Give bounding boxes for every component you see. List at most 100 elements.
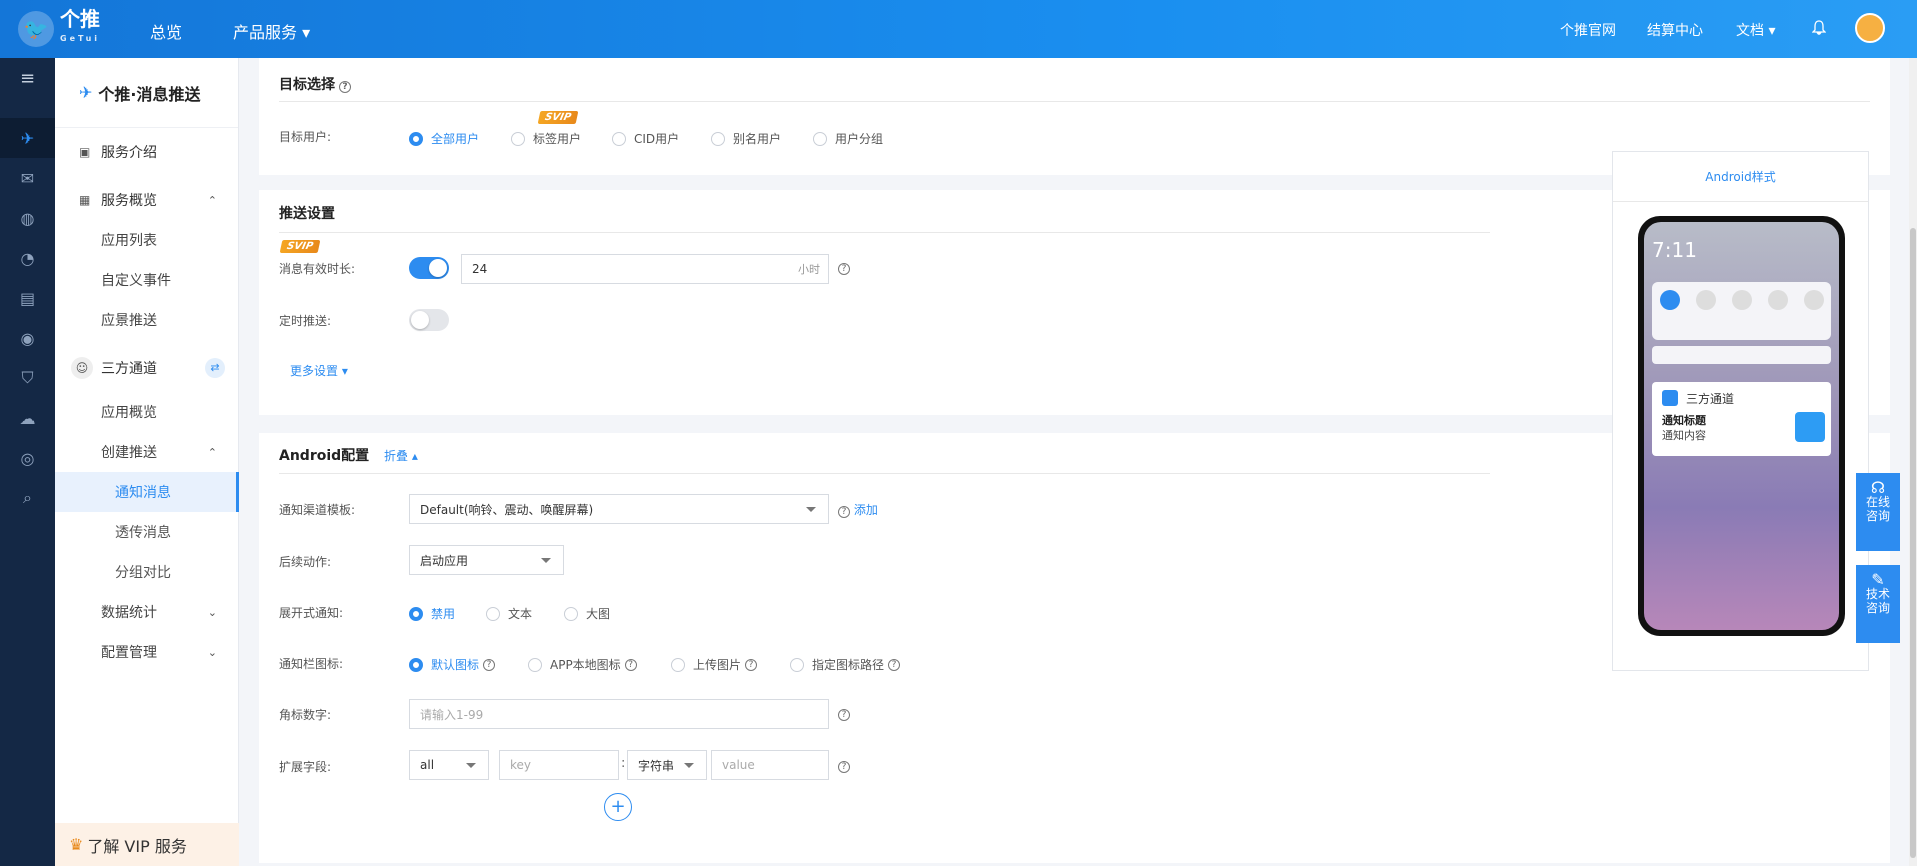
timed-push-toggle[interactable] (409, 309, 449, 331)
radio-expand-image[interactable]: 大图 (564, 605, 610, 622)
sidebar-item-app-list[interactable]: 应用列表 (55, 220, 239, 260)
nav-products[interactable]: 产品服务 ▾ (233, 19, 310, 43)
sidebar-item-config[interactable]: 配置管理 ⌄ (55, 632, 239, 672)
sidebar-item-intro[interactable]: ▣ 服务介绍 (55, 132, 239, 172)
help-icon[interactable]: ? (838, 709, 850, 721)
sidebar-item-label: 配置管理 (101, 645, 157, 661)
divider (279, 232, 1490, 233)
extension-field-label: 扩展字段: (279, 760, 332, 774)
sidebar-item-label: 三方通道 (101, 361, 157, 377)
ext-key-input[interactable]: key (499, 750, 619, 780)
switch-icon[interactable]: ⇄ (205, 358, 225, 378)
shield-icon[interactable]: ⛉ (0, 358, 55, 398)
headset-icon: ☊ (1870, 478, 1886, 497)
radio-tag-users[interactable]: 标签用户 (511, 130, 581, 147)
sidebar-item-create-push[interactable]: 创建推送 ⌃ (55, 432, 239, 472)
tech-consult-button[interactable]: ✎ 技术 咨询 (1856, 565, 1900, 643)
globe-icon[interactable]: ◍ (0, 198, 55, 238)
validity-label: 消息有效时长: (279, 262, 356, 276)
expand-notification-label: 展开式通知: (279, 606, 344, 620)
notification-card: 三方通道 通知标题 通知内容 (1652, 382, 1831, 456)
help-icon[interactable]: ? (838, 761, 850, 773)
online-consult-label: 在线 咨询 (1865, 495, 1890, 523)
scrollbar[interactable] (1909, 58, 1917, 866)
radio-expand-text[interactable]: 文本 (486, 605, 532, 622)
mail-icon[interactable]: ✉ (0, 158, 55, 198)
location-icon (1732, 290, 1752, 310)
search-icon[interactable]: ⌕ (0, 478, 55, 518)
push-icon[interactable]: ✈ (0, 118, 55, 158)
nav-overview[interactable]: 总览 (150, 19, 182, 43)
radio-upload-image[interactable]: 上传图片? (671, 656, 758, 673)
validity-input[interactable]: 24 小时 (461, 254, 829, 284)
svip-badge: SVIP (537, 111, 579, 124)
chart-icon[interactable]: ◔ (0, 238, 55, 278)
wechat-icon: ✎ (1871, 570, 1885, 589)
book-icon[interactable]: ▤ (0, 278, 55, 318)
push-logo-icon: ✈ (79, 83, 93, 102)
sidebar-item-statistics[interactable]: 数据统计 ⌄ (55, 592, 239, 632)
validity-toggle[interactable] (409, 257, 449, 279)
radio-icon-path[interactable]: 指定图标路径? (790, 656, 901, 673)
ext-scope-select[interactable]: all (409, 750, 489, 780)
radio-all-users[interactable]: 全部用户 (409, 130, 479, 147)
logo[interactable]: 🐦 个推 GeTui (18, 9, 101, 48)
top-navigation-bar: 🐦 个推 GeTui 总览 产品服务 ▾ 个推官网 结算中心 文档 ▾ (0, 0, 1917, 58)
help-icon[interactable]: ? (838, 263, 850, 275)
help-icon[interactable]: ? (838, 506, 850, 518)
follow-action-select[interactable]: 启动应用 (409, 545, 564, 575)
badge-number-input[interactable]: 请输入1-99 (409, 699, 829, 729)
cloud-icon[interactable]: ☁ (0, 398, 55, 438)
tech-consult-label: 技术 咨询 (1865, 587, 1890, 615)
online-consult-button[interactable]: ☊ 在线 咨询 (1856, 473, 1900, 551)
menu-toggle-icon[interactable]: ≡ (0, 58, 55, 98)
radio-app-local-icon[interactable]: APP本地图标? (528, 656, 637, 673)
sidebar-item-label: 应景推送 (101, 313, 157, 329)
svip-badge: SVIP (279, 240, 321, 253)
push-settings-title: 推送设置 (279, 206, 335, 222)
nav-docs[interactable]: 文档 ▾ (1736, 20, 1775, 40)
ext-value-placeholder: value (722, 758, 755, 772)
ext-value-input[interactable]: value (711, 750, 829, 780)
radio-alias-users[interactable]: 别名用户 (711, 130, 781, 147)
radio-default-icon[interactable]: 默认图标? (409, 656, 496, 673)
help-icon[interactable]: ? (339, 81, 351, 93)
add-channel-link[interactable]: 添加 (854, 503, 878, 517)
radio-cid-users[interactable]: CID用户 (612, 130, 679, 147)
scrollbar-thumb[interactable] (1910, 228, 1916, 858)
logo-subtext: GeTui (60, 34, 101, 43)
vip-service-link[interactable]: ♛ 了解 VIP 服务 (55, 823, 239, 866)
radio-user-group[interactable]: 用户分组 (813, 130, 883, 147)
radio-expand-disabled[interactable]: 禁用 (409, 605, 455, 622)
sidebar-item-custom-events[interactable]: 自定义事件 (55, 260, 239, 300)
sidebar-item-overview[interactable]: ▦ 服务概览 ⌃ (55, 180, 239, 220)
nav-billing[interactable]: 结算中心 (1647, 20, 1703, 40)
sidebar-item-passthrough-message[interactable]: 透传消息 (55, 512, 239, 552)
user-icon[interactable]: ◎ (0, 438, 55, 478)
follow-action-label: 后续动作: (279, 555, 332, 569)
sidebar-item-group-compare[interactable]: 分组对比 (55, 552, 239, 592)
sidebar-item-label: 应用概览 (101, 405, 157, 421)
sidebar-item-app-overview[interactable]: 应用概览 (55, 392, 239, 432)
avatar[interactable] (1855, 13, 1885, 43)
more-settings-link[interactable]: 更多设置 ▾ (290, 362, 348, 379)
badge-number-label: 角标数字: (279, 708, 332, 722)
divider (279, 101, 1870, 102)
sidebar-item-notification-message[interactable]: 通知消息 (55, 472, 239, 512)
nav-official-site[interactable]: 个推官网 (1560, 20, 1616, 40)
collapse-link[interactable]: 折叠 ▴ (384, 449, 418, 463)
data-toggle-icon (1660, 290, 1680, 310)
ext-type-select[interactable]: 字符串 (627, 750, 707, 780)
bell-icon[interactable] (1811, 20, 1827, 40)
notification-app-name: 三方通道 (1686, 392, 1735, 406)
add-field-button[interactable]: + (604, 793, 632, 821)
phone-screen: 7:11 三方通道 通知标题 通知内容 (1644, 222, 1839, 630)
target-section-title: 目标选择? (279, 74, 351, 94)
follow-action-value: 启动应用 (420, 553, 469, 568)
eye-icon[interactable]: ◉ (0, 318, 55, 358)
sidebar-item-third-party[interactable]: ☺ 三方通道 ⇄ (55, 348, 239, 388)
sidebar-item-scene-push[interactable]: 应景推送 (55, 300, 239, 340)
channel-template-select[interactable]: Default(响铃、震动、唤醒屏幕) (409, 494, 829, 524)
timed-push-label: 定时推送: (279, 314, 332, 328)
chevron-up-icon: ⌃ (207, 193, 217, 207)
